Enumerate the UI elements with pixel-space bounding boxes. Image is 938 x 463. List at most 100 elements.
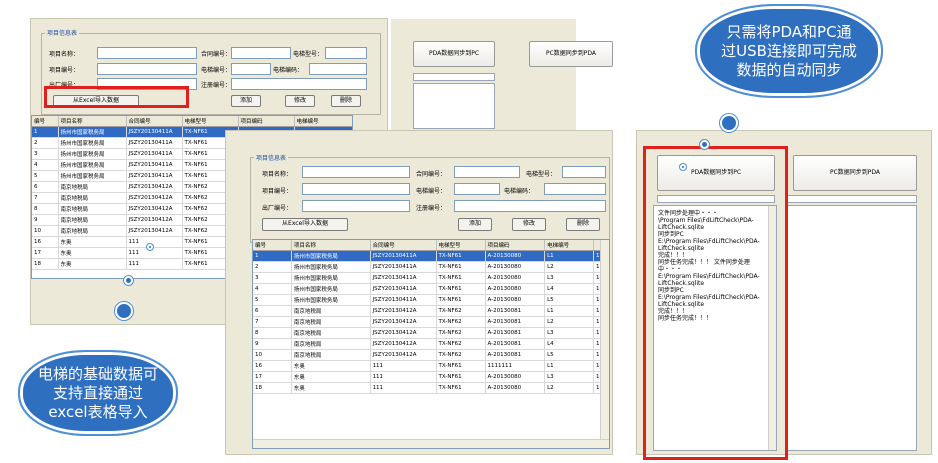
front-table-cell: 8 (253, 327, 292, 339)
front-col-project-name[interactable]: 项目名称 (291, 240, 371, 251)
back-col-elevator-no[interactable]: 电梯编号 (294, 116, 352, 127)
front-edit-button[interactable]: 修改 (512, 218, 546, 231)
back-sync-panel: PDA数据同步到PC PC数据同步到PDA (391, 19, 613, 131)
back-label-project-name: 项目名称： (49, 51, 80, 58)
front-table-cell: 南京地税局 (291, 316, 371, 328)
front-table-row[interactable]: 8 南京地税局 JSZY20130412A TX-NF62 A-20130081 L3 1 (253, 327, 609, 339)
front-table-row[interactable]: 1 扬州市国家税务局 JSZY20130411A TX-NF61 A-20130080 L… (253, 250, 609, 262)
front-table-cell: 7 (253, 316, 292, 328)
front-table-cell: 18 (253, 382, 292, 394)
back-label-project-no: 项目编号： (49, 67, 80, 74)
front-table-cell: A-20130081 (485, 327, 546, 339)
front-delete-button[interactable]: 删除 (566, 218, 600, 231)
back-label-elevator-no: 电梯编号： (201, 67, 232, 74)
front-table-row[interactable]: 5 扬州市国家税务局 JSZY20130411A TX-NF61 A-20130080 L… (253, 294, 609, 306)
front-table-cell: 东奥 (291, 360, 371, 372)
back-col-contract-no[interactable]: 合同编号 (126, 116, 183, 127)
back-edit-button[interactable]: 修改 (285, 95, 315, 107)
sync-progress-bar-right (787, 195, 917, 203)
front-register-no-input[interactable] (454, 200, 606, 212)
front-table-cell: A-20130081 (485, 316, 546, 328)
back-add-button[interactable]: 添加 (231, 95, 261, 107)
front-elevator-code-input[interactable] (544, 183, 606, 195)
back-table-cell: 3 (32, 148, 59, 160)
back-sync-to-pda-button[interactable]: PC数据同步到PDA (529, 41, 613, 67)
front-table-cell: JSZY20130411A (370, 283, 437, 295)
front-table-row[interactable]: 10 南京地税局 JSZY20130412A TX-NF62 A-20130081 L5 1 (253, 349, 609, 361)
back-register-no-input[interactable] (231, 78, 367, 90)
front-table-row[interactable]: 18 东奥 111 TX-NF61 A-20130080 L2 1 (253, 382, 609, 394)
front-col-id[interactable]: 编号 (253, 240, 292, 251)
back-table-cell: 8 (32, 203, 59, 215)
front-col-elevator-no[interactable]: 电梯编号 (544, 240, 595, 251)
front-add-button[interactable]: 添加 (458, 218, 492, 231)
front-factory-no-input[interactable] (302, 200, 410, 212)
front-table-row[interactable]: 6 南京地税局 JSZY20130412A TX-NF62 A-20130081 L1 1 (253, 305, 609, 317)
front-project-name-input[interactable] (302, 166, 410, 178)
front-elevator-model-input[interactable] (562, 166, 606, 178)
front-table-cell: TX-NF61 (436, 382, 486, 394)
front-table-row[interactable]: 17 东奥 111 TX-NF61 A-20130080 L3 1 (253, 371, 609, 383)
front-label-elevator-model: 电梯型号： (526, 171, 557, 178)
front-grid-vertical-scrollbar[interactable] (600, 240, 609, 440)
front-table-row[interactable]: 3 扬州市国家税务局 JSZY20130411A TX-NF61 A-20130080 L… (253, 272, 609, 284)
front-project-no-input[interactable] (302, 183, 410, 195)
front-table-row[interactable]: 4 扬州市国家税务局 JSZY20130411A TX-NF61 A-20130080 L… (253, 283, 609, 295)
front-project-grid[interactable]: 编号 项目名称 合同编号 电梯型号 项目编码 电梯编号 1 扬州市国家税务局 JSZ… (252, 239, 610, 449)
front-table-cell: 9 (253, 338, 292, 350)
back-col-id[interactable]: 编号 (32, 116, 59, 127)
front-table-cell: 3 (253, 272, 292, 284)
front-table-row[interactable]: 2 扬州市国家税务局 JSZY20130411A TX-NF61 A-20130080 L… (253, 261, 609, 273)
back-project-name-input[interactable] (97, 47, 197, 59)
front-table-cell: L3 (544, 272, 595, 284)
front-table-row[interactable]: 7 南京地税局 JSZY20130412A TX-NF62 A-20130081 L2 1 (253, 316, 609, 328)
front-table-cell: A-20130081 (485, 349, 546, 361)
back-elevator-code-input[interactable] (309, 63, 367, 75)
back-col-elevator-model[interactable]: 电梯型号 (182, 116, 239, 127)
back-table-cell: JSZY20130411A (126, 159, 183, 171)
front-table-cell: 17 (253, 371, 292, 383)
back-table-cell: 111 (126, 236, 183, 248)
back-table-cell: 东奥 (58, 236, 127, 248)
back-label-elevator-model: 电梯型号： (293, 51, 324, 58)
front-col-contract-no[interactable]: 合同编号 (370, 240, 437, 251)
front-table-cell: L3 (544, 327, 595, 339)
back-label-register-no: 注册编号： (201, 82, 232, 89)
front-table-cell: 16 (253, 360, 292, 372)
connector-dot-grid (124, 276, 133, 285)
front-table-cell: JSZY20130412A (370, 316, 437, 328)
front-table-cell: L5 (544, 349, 595, 361)
front-table-cell: L4 (544, 283, 595, 295)
connector-dot-mid (115, 302, 133, 320)
front-import-excel-button[interactable]: 从Excel导入数据 (262, 218, 348, 231)
front-col-project-code[interactable]: 项目编码 (485, 240, 546, 251)
back-col-project-code[interactable]: 项目编码 (238, 116, 295, 127)
front-contract-no-input[interactable] (454, 166, 520, 178)
front-grid-horizontal-scrollbar[interactable] (253, 439, 609, 448)
back-sync-to-pc-button[interactable]: PDA数据同步到PC (413, 41, 495, 67)
back-elevator-no-input[interactable] (231, 63, 271, 75)
back-elevator-model-input[interactable] (325, 47, 367, 59)
front-table-row[interactable]: 16 东奥 111 TX-NF61 1111111 L1 1 (253, 360, 609, 372)
back-col-project-name[interactable]: 项目名称 (58, 116, 127, 127)
front-label-elevator-code: 电梯编码： (504, 188, 535, 195)
front-table-cell: TX-NF61 (436, 294, 486, 306)
front-table-cell: A-20130080 (485, 283, 546, 295)
back-progress-bar (413, 73, 495, 81)
back-table-cell: 东奥 (58, 247, 127, 259)
front-table-cell: L2 (544, 382, 595, 394)
front-table-cell: TX-NF61 (436, 360, 486, 372)
back-table-cell: 南京地税局 (58, 192, 127, 204)
sync-to-pda-button[interactable]: PC数据同步到PDA (793, 155, 917, 191)
back-delete-button[interactable]: 删除 (331, 95, 361, 107)
back-contract-no-input[interactable] (231, 47, 291, 59)
front-table-row[interactable]: 9 南京地税局 JSZY20130412A TX-NF62 A-20130081 L4 1 (253, 338, 609, 350)
front-elevator-no-input[interactable] (454, 183, 500, 195)
front-table-cell: JSZY20130411A (370, 272, 437, 284)
front-table-cell: JSZY20130411A (370, 261, 437, 273)
back-project-no-input[interactable] (97, 63, 197, 75)
back-table-cell: 5 (32, 170, 59, 182)
front-col-elevator-model[interactable]: 电梯型号 (436, 240, 486, 251)
front-table-cell: TX-NF61 (436, 283, 486, 295)
front-table-cell: 1 (253, 250, 292, 262)
